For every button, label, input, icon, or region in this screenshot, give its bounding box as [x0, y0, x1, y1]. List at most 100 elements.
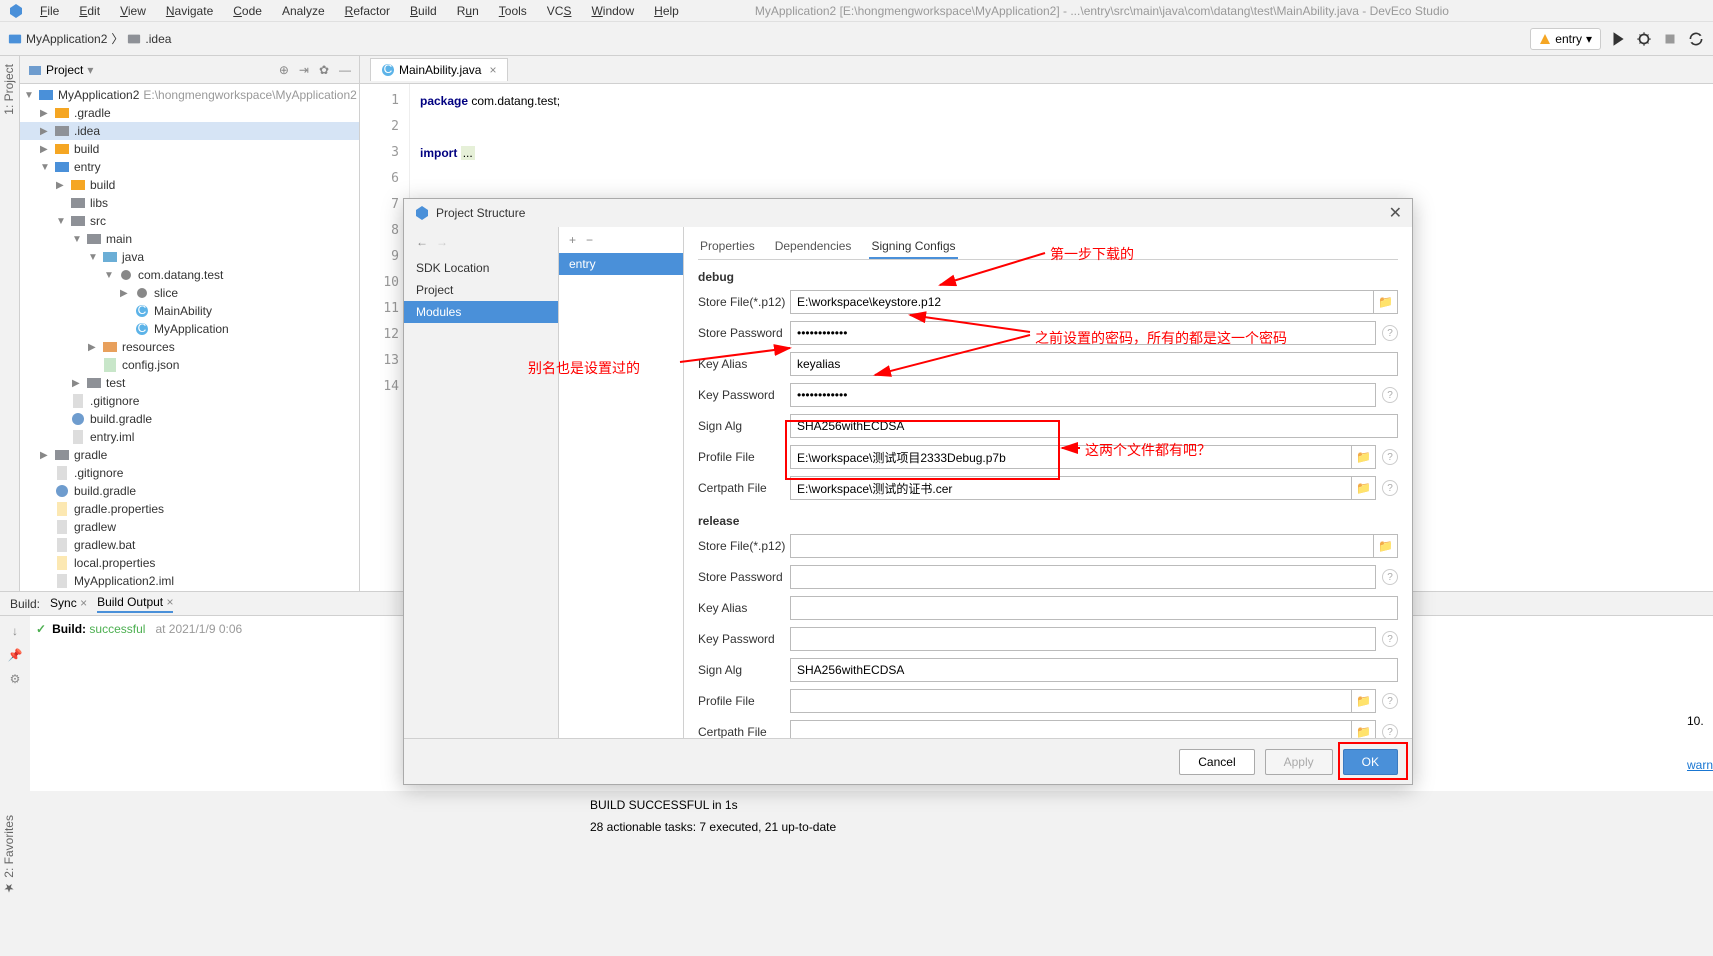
tree-item[interactable]: local.properties [20, 554, 359, 572]
release-signalg-input[interactable] [790, 658, 1398, 682]
menu-analyze[interactable]: Analyze [274, 2, 333, 20]
help-icon[interactable]: ? [1382, 325, 1398, 341]
favorites-tab[interactable]: ★ 2: Favorites [0, 811, 20, 956]
chevron-down-icon[interactable]: ▾ [87, 63, 93, 77]
tree-item[interactable]: ▶gradle [20, 446, 359, 464]
breadcrumb-idea[interactable]: .idea [145, 32, 171, 46]
back-icon[interactable]: ← [416, 235, 428, 249]
menu-navigate[interactable]: Navigate [158, 2, 221, 20]
cancel-button[interactable]: Cancel [1179, 749, 1254, 775]
help-icon[interactable]: ? [1382, 449, 1398, 465]
tree-item[interactable]: .gitignore [20, 392, 359, 410]
breadcrumb-root[interactable]: MyApplication2 [26, 32, 107, 46]
browse-icon[interactable]: 📁 [1374, 290, 1398, 314]
release-certpath-input[interactable] [790, 720, 1352, 738]
debug-keyalias-input[interactable] [790, 352, 1398, 376]
debug-signalg-input[interactable] [790, 414, 1398, 438]
add-icon[interactable]: + [569, 233, 576, 247]
gear-icon[interactable]: ✿ [319, 63, 329, 77]
menu-build[interactable]: Build [402, 2, 445, 20]
close-icon[interactable]: ✕ [1389, 203, 1402, 223]
run-icon[interactable] [1609, 30, 1627, 48]
browse-icon[interactable]: 📁 [1374, 534, 1398, 558]
tree-item[interactable]: CMainAbility [20, 302, 359, 320]
ok-button[interactable]: OK [1343, 749, 1398, 775]
breadcrumb[interactable]: MyApplication2 〉 .idea [8, 30, 171, 47]
menu-code[interactable]: Code [225, 2, 270, 20]
tree-item[interactable]: gradlew [20, 518, 359, 536]
pin-icon[interactable]: 📌 [8, 648, 23, 662]
menu-view[interactable]: View [112, 2, 154, 20]
tab-signing-configs[interactable]: Signing Configs [869, 235, 957, 259]
release-storefile-input[interactable] [790, 534, 1374, 558]
menu-tools[interactable]: Tools [491, 2, 535, 20]
hide-icon[interactable]: — [339, 63, 351, 77]
nav-modules[interactable]: Modules [404, 301, 558, 323]
browse-icon[interactable]: 📁 [1352, 720, 1376, 738]
tree-item[interactable]: MyApplication2.iml [20, 572, 359, 590]
debug-icon[interactable] [1635, 30, 1653, 48]
debug-profile-input[interactable] [790, 445, 1352, 469]
release-keypass-input[interactable] [790, 627, 1376, 651]
stop-icon[interactable] [1661, 30, 1679, 48]
debug-certpath-input[interactable] [790, 476, 1352, 500]
tree-item[interactable]: entry.iml [20, 428, 359, 446]
run-config-selector[interactable]: entry ▾ [1530, 28, 1601, 50]
debug-keypass-input[interactable] [790, 383, 1376, 407]
tree-item[interactable]: ▼src [20, 212, 359, 230]
menu-refactor[interactable]: Refactor [337, 2, 398, 20]
menu-file[interactable]: File [32, 2, 67, 20]
tab-sync[interactable]: Sync × [50, 596, 87, 612]
menu-vcs[interactable]: VCS [539, 2, 580, 20]
debug-storepass-input[interactable] [790, 321, 1376, 345]
menu-run[interactable]: Run [449, 2, 487, 20]
help-icon[interactable]: ? [1382, 480, 1398, 496]
menu-help[interactable]: Help [646, 2, 687, 20]
tree-item[interactable]: ▼com.datang.test [20, 266, 359, 284]
tree-item[interactable]: CMyApplication [20, 320, 359, 338]
tree-item[interactable]: gradle.properties [20, 500, 359, 518]
help-icon[interactable]: ? [1382, 387, 1398, 403]
tree-item[interactable]: ▶resources [20, 338, 359, 356]
browse-icon[interactable]: 📁 [1352, 689, 1376, 713]
close-icon[interactable]: × [489, 63, 496, 77]
tab-properties[interactable]: Properties [698, 235, 757, 259]
tree-item[interactable]: ▶slice [20, 284, 359, 302]
tree-item[interactable]: .gitignore [20, 464, 359, 482]
sync-icon[interactable] [1687, 30, 1705, 48]
help-icon[interactable]: ? [1382, 631, 1398, 647]
release-storepass-input[interactable] [790, 565, 1376, 589]
tree-item[interactable]: ▶build [20, 140, 359, 158]
browse-icon[interactable]: 📁 [1352, 476, 1376, 500]
help-icon[interactable]: ? [1382, 569, 1398, 585]
locate-icon[interactable]: ⊕ [279, 63, 289, 77]
tree-item[interactable]: ▼main [20, 230, 359, 248]
tree-item[interactable]: libs [20, 194, 359, 212]
tree-item[interactable]: build.gradle [20, 410, 359, 428]
tab-dependencies[interactable]: Dependencies [773, 235, 854, 259]
tree-root[interactable]: ▼MyApplication2E:\hongmengworkspace\MyAp… [20, 86, 359, 104]
apply-button[interactable]: Apply [1265, 749, 1333, 775]
tree-item[interactable]: ▶.idea [20, 122, 359, 140]
debug-storefile-input[interactable] [790, 290, 1374, 314]
help-icon[interactable]: ? [1382, 724, 1398, 738]
browse-icon[interactable]: 📁 [1352, 445, 1376, 469]
help-icon[interactable]: ? [1382, 693, 1398, 709]
tree-item[interactable]: ▶build [20, 176, 359, 194]
tree-item[interactable]: config.json [20, 356, 359, 374]
tree-item[interactable]: ▶.gradle [20, 104, 359, 122]
tree-item[interactable]: ▼entry [20, 158, 359, 176]
tree-item[interactable]: gradlew.bat [20, 536, 359, 554]
gear-icon[interactable]: ⚙ [10, 672, 21, 686]
module-entry[interactable]: entry [559, 253, 683, 275]
project-tool-tab[interactable]: 1: Project [0, 56, 20, 591]
tree-item[interactable]: build.gradle [20, 482, 359, 500]
nav-sdk-location[interactable]: SDK Location [404, 257, 558, 279]
menu-edit[interactable]: Edit [71, 2, 108, 20]
menu-window[interactable]: Window [583, 2, 642, 20]
collapse-icon[interactable]: ⇥ [299, 63, 309, 77]
forward-icon[interactable]: → [436, 235, 448, 249]
release-profile-input[interactable] [790, 689, 1352, 713]
release-keyalias-input[interactable] [790, 596, 1398, 620]
tree-item[interactable]: ▶test [20, 374, 359, 392]
